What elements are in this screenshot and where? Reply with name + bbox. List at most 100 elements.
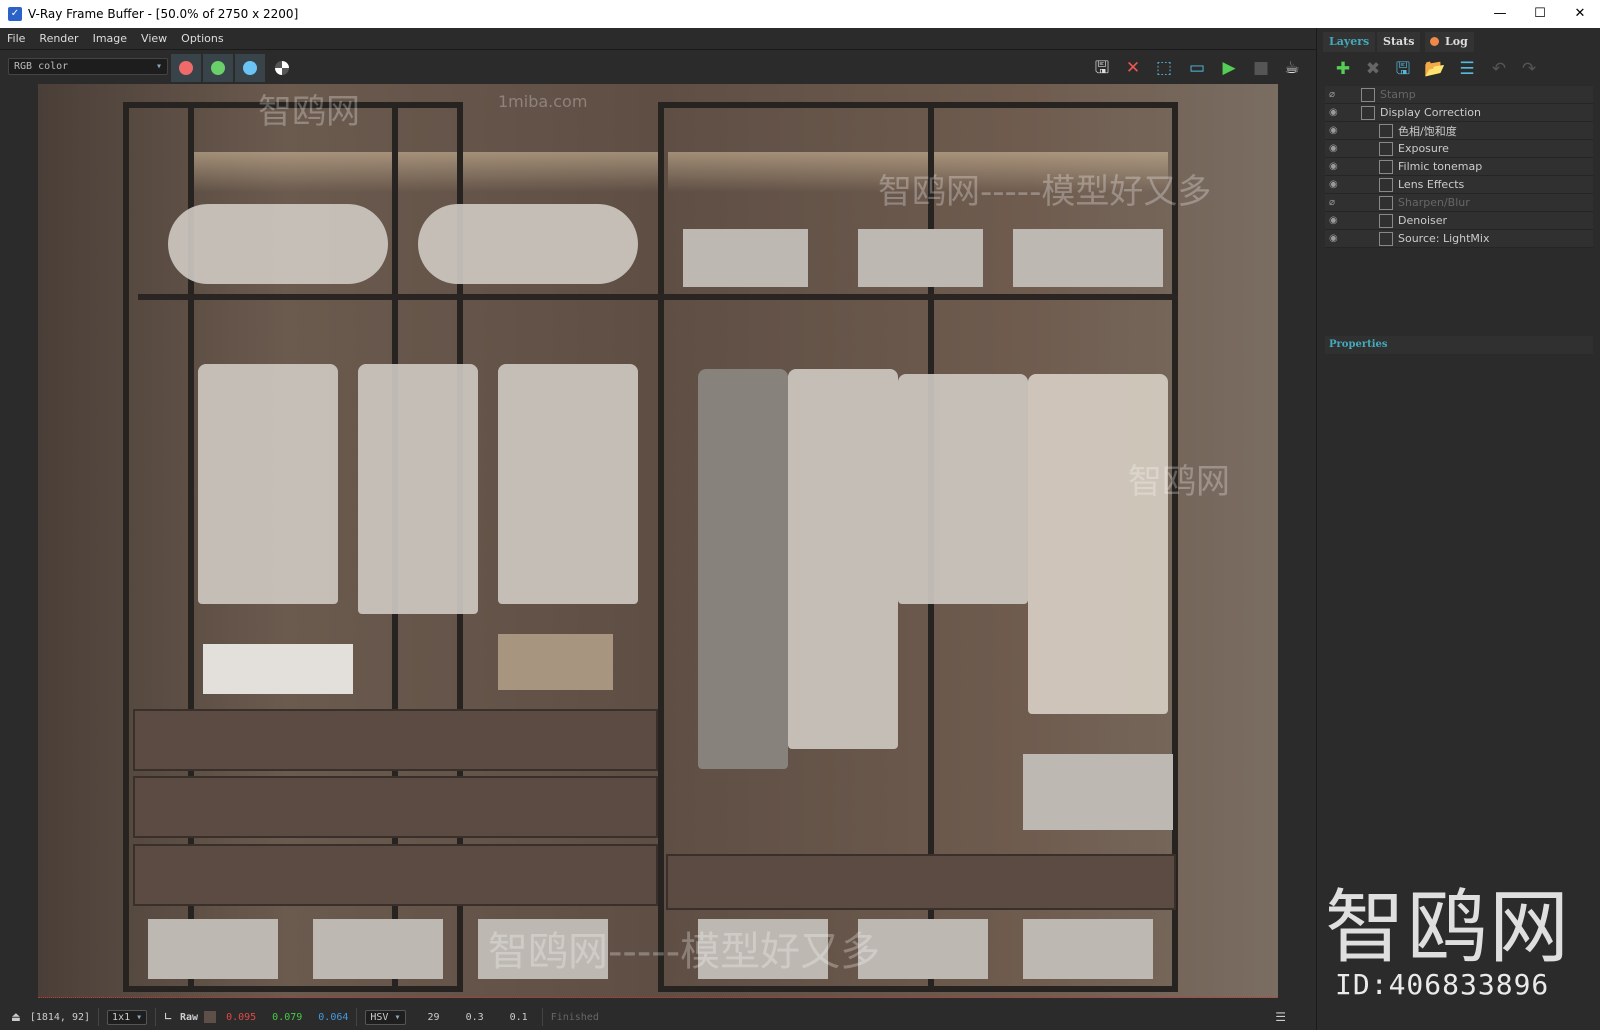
clear-image-icon[interactable]: ✕ [1121,57,1145,79]
tab-layers[interactable]: Layers [1323,32,1376,52]
eye-off-icon[interactable]: ⌀ [1329,89,1341,100]
red-value: 0.095 [226,1011,257,1023]
watermark-logo: 智鸥网 [1325,881,1571,974]
pixel-coords: [1814, 92] [29,1011,91,1023]
delete-layer-icon[interactable]: ✖ [1361,58,1385,80]
layer-item[interactable]: ◉ 色相/饱和度 [1325,122,1593,140]
eye-icon[interactable]: ◉ [1329,125,1341,136]
tab-stats[interactable]: Stats [1377,32,1421,52]
layer-type-icon [1379,123,1393,138]
log-alert-icon [1430,37,1439,46]
color-swatch [204,1011,217,1023]
layer-type-icon [1379,141,1393,156]
colorspace-select[interactable]: HSV ▾ [365,1009,406,1025]
render-image[interactable]: 智鸥网 智鸥网-----模型好又多 智鸥网 智鸥网-----模型好又多 1mib… [38,84,1278,998]
mono-icon [275,61,289,75]
layer-item[interactable]: ◉ Lens Effects [1325,176,1593,194]
maximize-button[interactable]: ☐ [1520,0,1560,28]
eye-icon[interactable]: ◉ [1329,161,1341,172]
layer-item[interactable]: ⌀ Stamp [1325,86,1593,104]
layer-item[interactable]: ◉ Display Correction [1325,104,1593,122]
layer-name: Denoiser [1398,214,1448,227]
eye-icon[interactable]: ◉ [1329,107,1341,118]
layer-item[interactable]: ◉ Exposure [1325,140,1593,158]
save-icon[interactable]: 🖫 [1090,57,1114,79]
watermark-tagline: 智鸥网-----模型好又多 [488,929,881,975]
layer-type-icon [1379,195,1393,210]
toolbar: RGB color ▾ 🖫 ✕ ⬚ ▭ ▶ ■ ☕ [0,51,1316,83]
interactive-render-icon[interactable]: ☕ [1280,57,1304,79]
layer-name: Filmic tonemap [1398,160,1483,173]
value-value: 0.1 [509,1011,528,1023]
chevron-down-icon: ▾ [155,61,162,72]
green-dot-icon [211,61,225,75]
add-layer-icon[interactable]: ✚ [1331,58,1355,80]
saturation-value: 0.3 [465,1011,484,1023]
layer-name: Display Correction [1380,106,1481,119]
watermark-tagline: 智鸥网-----模型好又多 [878,172,1212,212]
chevron-down-icon: ▾ [394,1011,401,1023]
layers-panel: Layers Stats Log ✚ ✖ 🖫 📂 ☰ ↶ ↷ ⌀ Stamp ◉ Di… [1316,28,1600,1030]
menu-image[interactable]: Image [86,32,134,45]
tab-log[interactable]: Log [1425,32,1474,52]
layer-item[interactable]: ◉ Denoiser [1325,212,1593,230]
layer-name: 色相/饱和度 [1398,124,1457,138]
render-icon[interactable]: ▶ [1217,57,1241,79]
channel-select[interactable]: RGB color ▾ [8,58,168,75]
layer-type-icon [1379,231,1393,246]
eye-icon[interactable]: ◉ [1329,143,1341,154]
layer-type-icon [1379,177,1393,192]
tab-log-label: Log [1445,35,1468,48]
hue-value: 29 [427,1011,440,1023]
layer-type-icon [1379,213,1393,228]
sampling-value: 1x1 [112,1011,131,1023]
watermark-id: ID:406833896 [1335,968,1550,1001]
green-channel-button[interactable] [203,54,233,82]
green-value: 0.079 [272,1011,303,1023]
blue-dot-icon [243,61,257,75]
save-layers-icon[interactable]: 🖫 [1391,58,1415,80]
eye-icon[interactable]: ◉ [1329,233,1341,244]
region-select-icon[interactable]: ⬚ [1152,57,1176,79]
undo-icon[interactable]: ↶ [1487,58,1511,80]
status-bar: ⏏ [1814, 92] 1x1 ▾ ∟ Raw 0.095 0.079 0.0… [0,1004,1316,1030]
frame-icon[interactable]: ▭ [1185,57,1209,79]
blue-channel-button[interactable] [235,54,265,82]
layer-item[interactable]: ◉ Filmic tonemap [1325,158,1593,176]
watermark-text: 智鸥网 [1128,462,1230,502]
layer-type-icon [1361,105,1375,120]
menu-options[interactable]: Options [174,32,230,45]
red-dot-icon [179,61,193,75]
history-icon[interactable]: ☰ [1275,1010,1286,1024]
layer-type-icon [1361,87,1375,102]
menu-file[interactable]: File [0,32,32,45]
stop-render-icon[interactable]: ■ [1249,57,1273,79]
layer-name: Lens Effects [1398,178,1465,191]
mono-button[interactable] [267,54,297,82]
eye-off-icon[interactable]: ⌀ [1329,197,1341,208]
close-button[interactable]: ✕ [1560,0,1600,28]
menu-bar: File Render Image View Options [0,28,1316,50]
window-title: V-Ray Frame Buffer - [50.0% of 2750 x 22… [28,7,299,21]
curve-icon[interactable]: ∟ [164,1010,172,1025]
lock-icon[interactable]: ⏏ [12,1010,20,1025]
layer-type-icon [1379,159,1393,174]
sampling-select[interactable]: 1x1 ▾ [107,1009,148,1025]
red-channel-button[interactable] [171,54,201,82]
eye-icon[interactable]: ◉ [1329,179,1341,190]
redo-icon[interactable]: ↷ [1517,58,1541,80]
load-layers-icon[interactable]: 📂 [1423,58,1447,80]
menu-view[interactable]: View [134,32,174,45]
watermark-text: 智鸥网 [258,92,360,132]
layer-name: Stamp [1380,88,1416,101]
title-bar: ✓ V-Ray Frame Buffer - [50.0% of 2750 x … [0,0,1600,28]
raw-label: Raw [180,1011,199,1023]
layer-name: Sharpen/Blur [1398,196,1470,209]
layer-presets-icon[interactable]: ☰ [1455,58,1479,80]
eye-icon[interactable]: ◉ [1329,215,1341,226]
layer-item[interactable]: ⌀ Sharpen/Blur [1325,194,1593,212]
menu-render[interactable]: Render [32,32,85,45]
colorspace-value: HSV [370,1011,389,1023]
layer-item[interactable]: ◉ Source: LightMix [1325,230,1593,248]
minimize-button[interactable]: — [1480,0,1520,28]
